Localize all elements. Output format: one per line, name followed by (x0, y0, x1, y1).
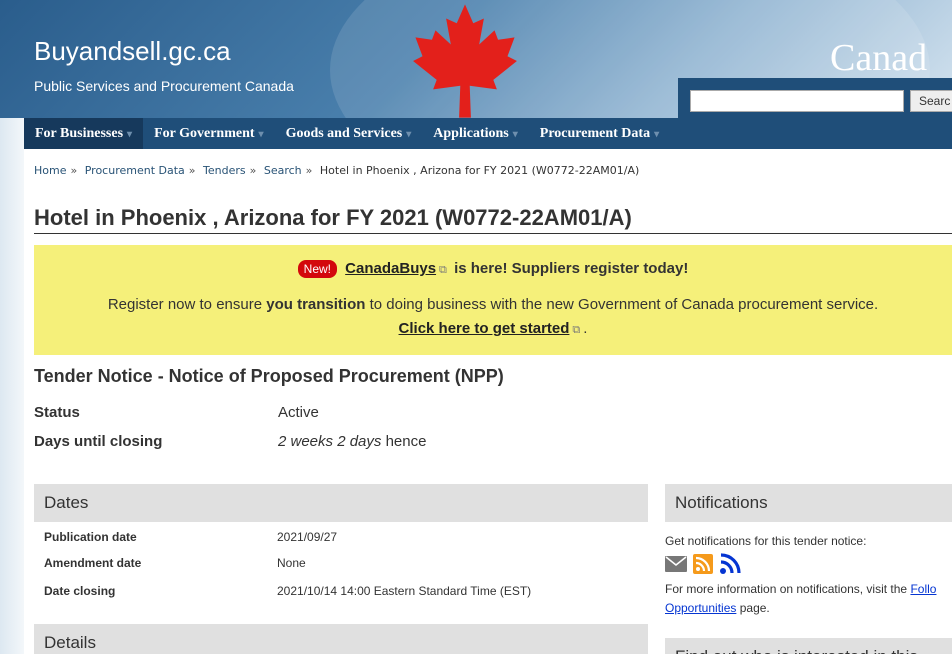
days-until-closing-value: 2 weeks 2 days hence (278, 433, 426, 450)
site-title[interactable]: Buyandsell.gc.ca (34, 36, 231, 67)
caret-down-icon: ▾ (406, 129, 412, 140)
breadcrumb-tenders[interactable]: Tenders (203, 164, 246, 177)
canada-wordmark: Canad (830, 37, 928, 79)
external-link-icon: ⧉ (439, 264, 447, 276)
status-value: Active (278, 404, 319, 421)
notifications-more-info: For more information on notifications, v… (665, 582, 936, 596)
interest-panel-heading: Find out who is interested in this (665, 638, 952, 654)
notice-cta-period: . (583, 320, 588, 337)
date-closing-value: 2021/10/14 14:00 Eastern Standard Time (… (277, 584, 532, 598)
notifications-more-text: page. (739, 601, 770, 615)
notice-headline-text: is here! Suppliers register today! (454, 260, 689, 277)
search-input[interactable] (690, 90, 904, 112)
main-nav: For Businesses ▾ For Government ▾ Goods an… (24, 118, 952, 149)
left-edge-decoration (0, 118, 24, 654)
breadcrumb-current: Hotel in Phoenix , Arizona for FY 2021 (… (319, 164, 640, 177)
breadcrumb-separator-icon: » (188, 164, 196, 177)
nav-procurement-data[interactable]: Procurement Data ▾ (529, 118, 670, 149)
notice-body-emphasis: you transition (266, 296, 366, 313)
canadabuys-notice: New! CanadaBuys ⧉ is here! Suppliers regi… (34, 245, 952, 355)
days-value-suffix: hence (385, 433, 427, 450)
rss-feed-icon[interactable] (693, 554, 713, 574)
tender-notice-heading: Tender Notice - Notice of Proposed Procu… (34, 366, 504, 386)
nav-applications[interactable]: Applications ▾ (422, 118, 529, 149)
page-title: Hotel in Phoenix , Arizona for FY 2021 (… (34, 205, 632, 230)
days-value-emphasis: 2 weeks 2 days (278, 433, 382, 450)
follow-opportunities-link[interactable]: Follo (910, 582, 936, 596)
get-started-link[interactable]: Click here to get started (399, 320, 570, 337)
new-badge: New! (297, 260, 337, 278)
canadabuys-link[interactable]: CanadaBuys (345, 260, 436, 277)
breadcrumb-separator-icon: » (305, 164, 313, 177)
notice-body-text: to doing business with the new Governmen… (369, 296, 879, 313)
notice-headline: New! CanadaBuys ⧉ is here! Suppliers regi… (34, 260, 952, 278)
site-subtitle: Public Services and Procurement Canada (34, 78, 294, 94)
notifications-more-info-2: Opportunities page. (665, 601, 770, 615)
details-panel-heading: Details (34, 624, 648, 654)
publication-date-label: Publication date (44, 530, 137, 544)
notification-options (665, 553, 741, 575)
notice-cta: Click here to get started ⧉. (34, 320, 952, 337)
maple-leaf-icon (413, 4, 517, 118)
amendment-date-label: Amendment date (44, 556, 142, 570)
email-icon[interactable] (665, 556, 687, 572)
publication-date-value: 2021/09/27 (277, 530, 338, 544)
date-closing-label: Date closing (44, 584, 116, 598)
caret-down-icon: ▾ (258, 129, 264, 140)
caret-down-icon: ▾ (127, 129, 133, 140)
nav-for-government[interactable]: For Government ▾ (143, 118, 274, 149)
days-until-closing-label: Days until closing (34, 433, 163, 450)
caret-down-icon: ▾ (654, 129, 660, 140)
search-button[interactable]: Searc (910, 90, 952, 112)
nav-goods-and-services[interactable]: Goods and Services ▾ (275, 118, 423, 149)
external-link-icon: ⧉ (572, 324, 581, 336)
breadcrumb: Home» Procurement Data» Tenders» Search»… (34, 164, 639, 177)
title-divider (34, 233, 952, 234)
notice-body-text: Register now to ensure (107, 296, 263, 313)
breadcrumb-procurement-data[interactable]: Procurement Data (85, 164, 185, 177)
notice-body: Register now to ensure you transition to… (34, 296, 952, 313)
rss-alt-icon[interactable] (719, 553, 741, 575)
amendment-date-value: None (277, 556, 306, 570)
breadcrumb-separator-icon: » (249, 164, 257, 177)
status-label: Status (34, 404, 80, 421)
caret-down-icon: ▾ (512, 129, 518, 140)
notifications-panel-heading: Notifications (665, 484, 952, 522)
nav-for-businesses[interactable]: For Businesses ▾ (24, 118, 144, 149)
notifications-more-text: For more information on notifications, v… (665, 582, 908, 596)
opportunities-link[interactable]: Opportunities (665, 601, 736, 615)
breadcrumb-separator-icon: » (70, 164, 78, 177)
notifications-intro: Get notifications for this tender notice… (665, 534, 867, 548)
dates-panel-heading: Dates (34, 484, 648, 522)
breadcrumb-search[interactable]: Search (264, 164, 302, 177)
breadcrumb-home[interactable]: Home (34, 164, 66, 177)
